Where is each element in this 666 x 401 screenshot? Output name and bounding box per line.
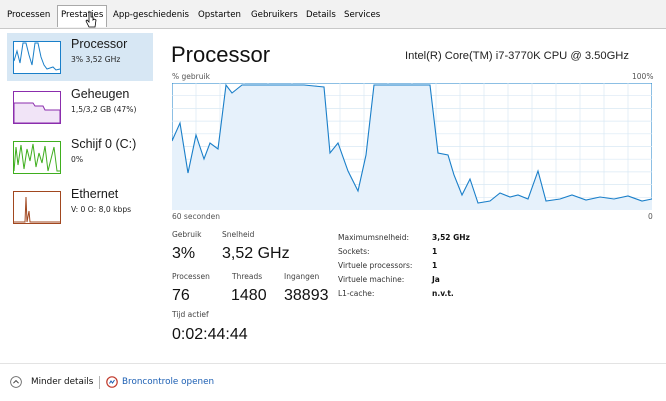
- graph-y-label: % gebruik: [172, 72, 210, 81]
- spec-value-virtual-processors: 1: [432, 261, 438, 270]
- fewer-details-link[interactable]: Minder details: [31, 377, 93, 387]
- processes-value: 76: [172, 287, 190, 304]
- cpu-model-name: Intel(R) Core(TM) i7-3770K CPU @ 3.50GHz: [405, 50, 629, 62]
- tab-app-geschiedenis[interactable]: App-geschiedenis: [110, 7, 192, 24]
- threads-value: 1480: [231, 287, 267, 304]
- resource-sidebar: Processor 3% 3,52 GHz Geheugen 1,5/3,2 G…: [7, 33, 153, 363]
- mouse-cursor-icon: [85, 11, 97, 28]
- processor-thumbnail-graph: [13, 41, 61, 74]
- sidebar-item-title: Schijf 0 (C:): [71, 137, 137, 151]
- footer-bar: Minder details Broncontrole openen: [0, 363, 666, 401]
- spec-label-virtual-processors: Virtuele processors:: [338, 261, 413, 270]
- sidebar-item-title: Geheugen: [71, 87, 130, 101]
- sidebar-item-ethernet[interactable]: Ethernet V: 0 O: 8,0 kbps: [7, 183, 153, 231]
- spec-label-l1-cache: L1-cache:: [338, 289, 375, 298]
- cpu-usage-graph: [172, 83, 652, 210]
- speed-value: 3,52 GHz: [222, 245, 290, 262]
- spec-value-max-speed: 3,52 GHz: [432, 233, 470, 242]
- graph-y-max-label: 100%: [632, 72, 654, 81]
- spec-label-virtual-machine: Virtuele machine:: [338, 275, 405, 284]
- memory-thumbnail-graph: [13, 91, 61, 124]
- sidebar-item-title: Ethernet: [71, 187, 119, 201]
- sidebar-item-subtitle: 0%: [71, 155, 84, 164]
- disk-thumbnail-graph: [13, 141, 61, 174]
- usage-value: 3%: [172, 245, 196, 262]
- sidebar-item-memory[interactable]: Geheugen 1,5/3,2 GB (47%): [7, 83, 153, 131]
- handles-value: 38893: [284, 287, 329, 304]
- spec-value-virtual-machine: Ja: [432, 275, 440, 284]
- sidebar-item-title: Processor: [71, 37, 128, 51]
- footer-separator: [99, 376, 100, 389]
- usage-label: Gebruik: [172, 230, 202, 239]
- threads-label: Threads: [232, 272, 263, 281]
- sidebar-item-subtitle: 3% 3,52 GHz: [71, 55, 121, 64]
- speed-label: Snelheid: [222, 230, 255, 239]
- uptime-value: 0:02:44:44: [172, 326, 248, 343]
- tab-bar: Processen Prestaties App-geschiedenis Op…: [0, 0, 666, 29]
- tab-opstarten[interactable]: Opstarten: [195, 7, 244, 24]
- tab-processen[interactable]: Processen: [4, 7, 53, 24]
- resource-monitor-icon[interactable]: [106, 376, 118, 388]
- open-resource-monitor-link[interactable]: Broncontrole openen: [122, 377, 214, 387]
- sidebar-item-subtitle: 1,5/3,2 GB (47%): [71, 105, 137, 114]
- graph-x-left-label: 60 seconden: [172, 212, 221, 221]
- processes-label: Processen: [172, 272, 210, 281]
- sidebar-item-disk[interactable]: Schijf 0 (C:) 0%: [7, 133, 153, 181]
- chevron-up-icon[interactable]: [10, 376, 22, 388]
- uptime-label: Tijd actief: [172, 310, 209, 319]
- spec-label-sockets: Sockets:: [338, 247, 370, 256]
- page-title: Processor: [171, 42, 271, 67]
- sidebar-item-processor[interactable]: Processor 3% 3,52 GHz: [7, 33, 153, 81]
- ethernet-thumbnail-graph: [13, 191, 61, 224]
- spec-label-max-speed: Maximumsnelheid:: [338, 233, 410, 242]
- spec-value-sockets: 1: [432, 247, 438, 256]
- tab-services[interactable]: Services: [341, 7, 383, 24]
- handles-label: Ingangen: [284, 272, 320, 281]
- spec-value-l1-cache: n.v.t.: [432, 289, 454, 298]
- tab-gebruikers[interactable]: Gebruikers: [248, 7, 301, 24]
- sidebar-item-subtitle: V: 0 O: 8,0 kbps: [71, 205, 132, 214]
- graph-x-right-label: 0: [648, 212, 653, 221]
- tab-details[interactable]: Details: [303, 7, 339, 24]
- tab-prestaties[interactable]: Prestaties: [57, 5, 108, 27]
